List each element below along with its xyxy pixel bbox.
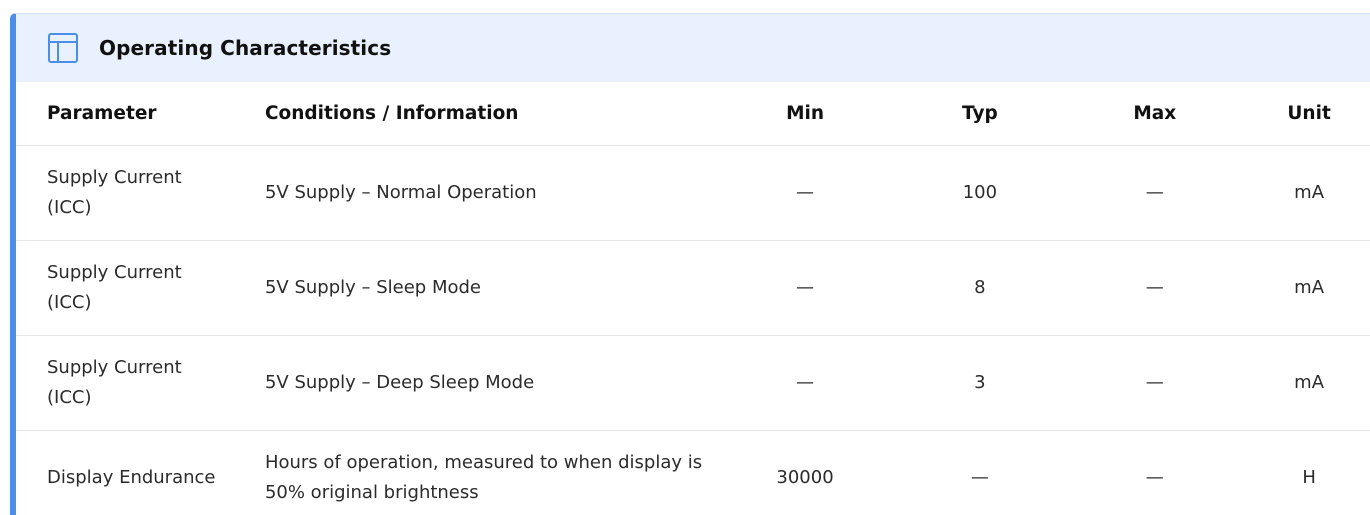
panel-title: Operating Characteristics (99, 36, 392, 60)
cell-min: — (717, 145, 893, 241)
cell-parameter: Supply Current (ICC) (16, 145, 265, 241)
cell-max: — (1067, 335, 1243, 431)
table-header-row: Parameter Conditions / Information Min T… (16, 82, 1370, 146)
cell-max: — (1067, 240, 1243, 336)
cell-conditions: 5V Supply – Deep Sleep Mode (264, 335, 718, 431)
cell-max: — (1067, 430, 1243, 515)
characteristics-table: Parameter Conditions / Information Min T… (16, 82, 1370, 515)
conditions-text: 5V Supply – Normal Operation (264, 182, 537, 203)
table-row: Display Endurance Hours of operation, me… (16, 430, 1370, 515)
cell-parameter: Supply Current (ICC) (16, 240, 265, 336)
cell-min: — (717, 240, 893, 336)
cell-conditions: Hours of operation, measured to when dis… (264, 430, 718, 515)
cell-min: 30000 (717, 430, 893, 515)
cell-unit: mA (1242, 240, 1370, 336)
table-row: Supply Current (ICC) 5V Supply – Sleep M… (16, 240, 1370, 336)
conditions-text: Hours of operation, measured to when dis… (264, 452, 703, 503)
header-parameter: Parameter (16, 82, 265, 146)
header-typ: Typ (892, 82, 1068, 146)
header-max: Max (1067, 82, 1243, 146)
parameter-text: Supply Current (ICC) (47, 262, 182, 313)
parameter-text: Supply Current (ICC) (47, 167, 182, 218)
header-conditions: Conditions / Information (264, 82, 718, 146)
header-min: Min (717, 82, 893, 146)
cell-max: — (1067, 145, 1243, 241)
conditions-text: 5V Supply – Sleep Mode (264, 277, 481, 298)
cell-unit: mA (1242, 335, 1370, 431)
parameter-text: Display Endurance (47, 467, 216, 488)
cell-conditions: 5V Supply – Sleep Mode (264, 240, 718, 336)
cell-typ: 100 (892, 145, 1068, 241)
panel-header: Operating Characteristics (16, 14, 1370, 82)
table-row: Supply Current (ICC) 5V Supply – Deep Sl… (16, 335, 1370, 431)
cell-unit: H (1242, 430, 1370, 515)
conditions-text: 5V Supply – Deep Sleep Mode (264, 372, 535, 393)
parameter-text: Supply Current (ICC) (47, 357, 182, 408)
cell-typ: — (892, 430, 1068, 515)
cell-parameter: Display Endurance (16, 430, 265, 515)
cell-min: — (717, 335, 893, 431)
header-unit: Unit (1242, 82, 1370, 146)
cell-conditions: 5V Supply – Normal Operation (264, 145, 718, 241)
table-icon (47, 32, 79, 64)
operating-characteristics-panel: Operating Characteristics Parameter Cond… (10, 13, 1370, 515)
cell-parameter: Supply Current (ICC) (16, 335, 265, 431)
table-row: Supply Current (ICC) 5V Supply – Normal … (16, 145, 1370, 241)
cell-typ: 8 (892, 240, 1068, 336)
cell-typ: 3 (892, 335, 1068, 431)
cell-unit: mA (1242, 145, 1370, 241)
